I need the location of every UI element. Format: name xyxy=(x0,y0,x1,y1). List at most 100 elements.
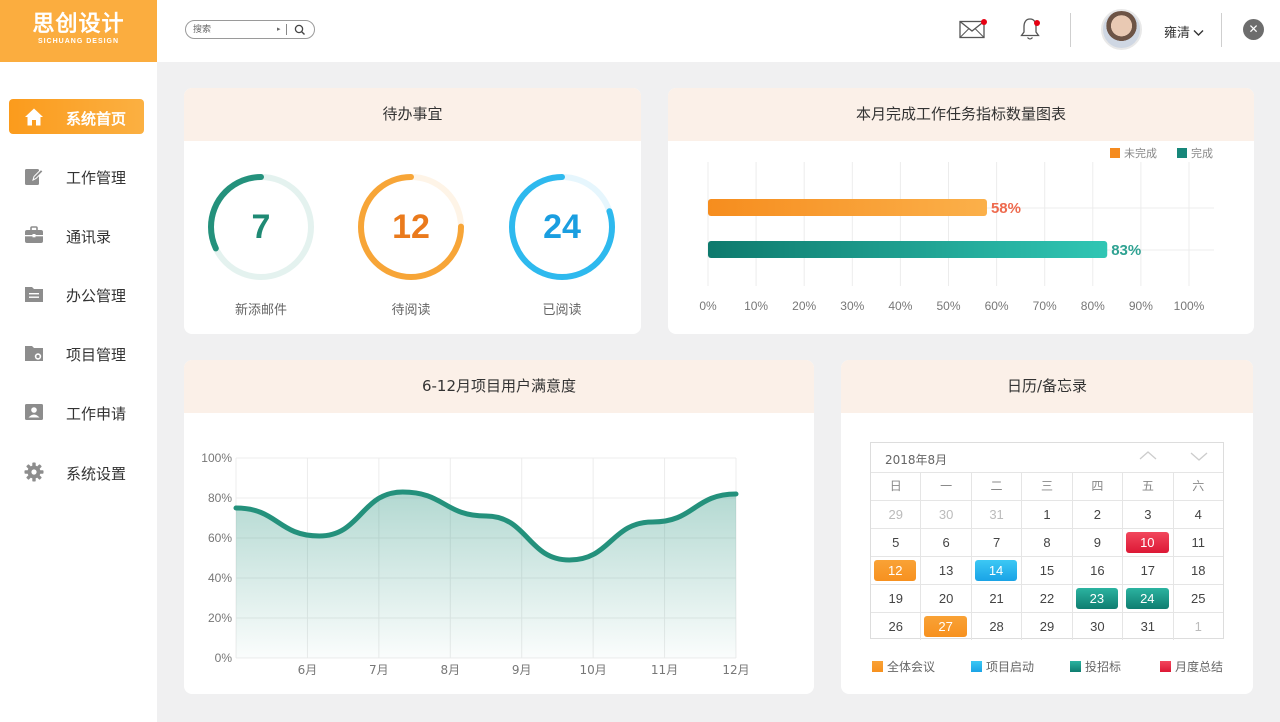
search-input[interactable] xyxy=(193,23,275,36)
calendar-week-row: 5 6 7 8 9 10 11 xyxy=(871,528,1223,556)
calendar-day[interactable]: 31 xyxy=(972,501,1023,528)
calendar-day[interactable]: 1 xyxy=(1174,613,1223,640)
calendar-day[interactable]: 9 xyxy=(1073,529,1124,556)
x-tick-label: 0% xyxy=(699,299,717,313)
home-icon xyxy=(25,108,43,126)
calendar-week-row: 29 30 31 1 2 3 4 xyxy=(871,500,1223,528)
gear-icon xyxy=(24,462,44,482)
sidebar-item-contacts[interactable]: 通讯录 xyxy=(9,217,144,252)
bar-value-label: 83% xyxy=(1111,242,1141,259)
calendar-week-row: 19 20 21 22 23 24 25 xyxy=(871,584,1223,612)
calendar-event-mark: 23 xyxy=(1075,588,1119,609)
x-tick-label: 7月 xyxy=(369,663,389,677)
calendar-day[interactable]: 3 xyxy=(1123,501,1174,528)
x-tick-label: 12月 xyxy=(722,663,749,677)
close-button[interactable]: ✕ xyxy=(1243,19,1264,40)
calendar-day[interactable]: 10 xyxy=(1123,529,1174,556)
calendar-day[interactable]: 30 xyxy=(921,501,972,528)
sidebar-item-work-application[interactable]: 工作申请 xyxy=(9,394,144,429)
todo-gauge[interactable]: 24 xyxy=(507,172,617,282)
calendar-day[interactable]: 8 xyxy=(1022,529,1073,556)
calendar-legend-item: 全体会议 xyxy=(872,658,935,675)
calendar-day[interactable]: 5 xyxy=(871,529,922,556)
weekday-label: 一 xyxy=(921,473,972,500)
todo-gauge[interactable]: 7 xyxy=(206,172,316,282)
calendar-day[interactable]: 11 xyxy=(1174,529,1223,556)
sidebar: 系统首页 工作管理 通讯录 办公管理 项目管理 工作申请 系统设置 xyxy=(0,62,157,722)
calendar-day[interactable]: 24 xyxy=(1123,585,1174,612)
task-bar[interactable] xyxy=(708,241,1108,258)
brand-subtitle: SICHUANG DESIGN xyxy=(37,38,120,45)
calendar-day[interactable]: 4 xyxy=(1174,501,1223,528)
legend-label: 全体会议 xyxy=(887,660,936,674)
calendar-day[interactable]: 7 xyxy=(972,529,1023,556)
x-tick-label: 11月 xyxy=(651,663,678,677)
sidebar-item-office-management[interactable]: 办公管理 xyxy=(9,276,144,311)
calendar-legend-item: 项目启动 xyxy=(971,658,1034,675)
search-icon[interactable] xyxy=(293,23,307,37)
weekday-label: 五 xyxy=(1123,473,1174,500)
calendar-day[interactable]: 13 xyxy=(921,557,972,584)
calendar-day[interactable]: 12 xyxy=(871,557,922,584)
satisfaction-area-chart: 0% 20% 40% 60% 80% 100% 6月 7月 8月 9月 10月 11月 12月 xyxy=(201,451,749,677)
calendar-event-mark: 27 xyxy=(924,616,967,637)
calendar-month-label: 2018年8月 xyxy=(885,453,948,467)
weekday-label: 三 xyxy=(1022,473,1073,500)
weekday-label: 二 xyxy=(972,473,1023,500)
folder-settings-icon xyxy=(25,346,43,361)
sidebar-item-label: 项目管理 xyxy=(66,346,127,364)
calendar-day[interactable]: 27 xyxy=(921,613,972,640)
chevron-down-icon xyxy=(1193,30,1204,36)
calendar-day[interactable]: 30 xyxy=(1073,613,1124,640)
calendar-day[interactable]: 29 xyxy=(1022,613,1073,640)
sidebar-item-home[interactable]: 系统首页 xyxy=(9,99,144,134)
legend-label: 投招标 xyxy=(1085,660,1122,674)
y-tick-label: 20% xyxy=(208,611,232,625)
calendar-day[interactable]: 16 xyxy=(1073,557,1124,584)
todo-gauge[interactable]: 12 xyxy=(356,172,466,282)
x-tick-label: 9月 xyxy=(512,663,532,677)
edit-icon xyxy=(25,168,44,185)
calendar-day[interactable]: 23 xyxy=(1073,585,1124,612)
x-tick-label: 50% xyxy=(936,299,960,313)
calendar-prev-button[interactable] xyxy=(1138,448,1158,464)
calendar-day[interactable]: 31 xyxy=(1123,613,1174,640)
calendar-day[interactable]: 22 xyxy=(1022,585,1073,612)
sidebar-item-label: 工作申请 xyxy=(66,405,127,423)
calendar-week-row: 26 27 28 29 30 31 1 xyxy=(871,612,1223,640)
brand-logo[interactable]: 思创设计 SICHUANG DESIGN xyxy=(0,0,157,62)
search-divider xyxy=(286,24,287,35)
x-tick-label: 100% xyxy=(1174,299,1205,313)
calendar-day[interactable]: 2 xyxy=(1073,501,1124,528)
calendar-next-button[interactable] xyxy=(1189,448,1209,464)
sidebar-item-work-management[interactable]: 工作管理 xyxy=(9,158,144,193)
user-menu[interactable]: 雍清 xyxy=(1164,22,1204,41)
calendar-day[interactable]: 25 xyxy=(1174,585,1223,612)
x-tick-label: 40% xyxy=(888,299,912,313)
calendar-day[interactable]: 26 xyxy=(871,613,922,640)
calendar-day[interactable]: 17 xyxy=(1123,557,1174,584)
calendar-event-mark: 10 xyxy=(1126,532,1169,553)
sidebar-item-project-management[interactable]: 项目管理 xyxy=(9,335,144,370)
calendar-day[interactable]: 18 xyxy=(1174,557,1223,584)
sidebar-item-system-settings[interactable]: 系统设置 xyxy=(9,454,144,489)
calendar-day[interactable]: 28 xyxy=(972,613,1023,640)
gauge-label: 新添邮件 xyxy=(234,303,287,318)
calendar-day[interactable]: 29 xyxy=(871,501,922,528)
close-icon: ✕ xyxy=(1248,22,1259,36)
calendar-day[interactable]: 19 xyxy=(871,585,922,612)
calendar-day[interactable]: 20 xyxy=(921,585,972,612)
search-dropdown-icon[interactable]: ▸ xyxy=(277,25,281,33)
avatar[interactable] xyxy=(1101,9,1142,50)
x-tick-label: 80% xyxy=(1081,299,1105,313)
calendar-day[interactable]: 15 xyxy=(1022,557,1073,584)
sidebar-item-label: 办公管理 xyxy=(66,287,127,305)
calendar-day[interactable]: 21 xyxy=(972,585,1023,612)
tasks-bar-chart: 0% 10% 20% 30% 40% 50% 60% 70% 80% 90% 100% 58% 83% xyxy=(699,162,1214,313)
calendar-week-row: 12 13 14 15 16 17 18 xyxy=(871,556,1223,584)
task-bar[interactable] xyxy=(708,199,987,216)
y-tick-label: 40% xyxy=(208,571,232,585)
calendar-day[interactable]: 6 xyxy=(921,529,972,556)
calendar-day[interactable]: 14 xyxy=(972,557,1023,584)
calendar-day[interactable]: 1 xyxy=(1022,501,1073,528)
